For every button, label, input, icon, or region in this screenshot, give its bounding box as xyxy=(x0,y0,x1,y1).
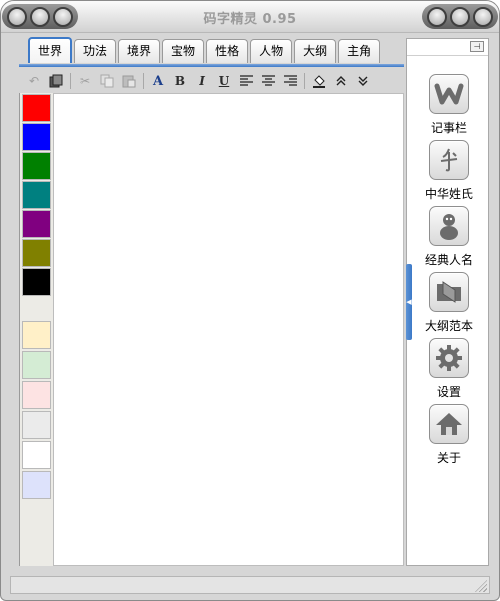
copy-icon[interactable] xyxy=(96,70,118,92)
tab-label: 性格 xyxy=(215,44,240,58)
close-button[interactable] xyxy=(473,6,494,27)
italic-icon[interactable]: I xyxy=(191,70,213,92)
color-swatch-light-pink[interactable] xyxy=(22,381,51,409)
side-item-label: 设置 xyxy=(436,385,461,399)
paste-icon[interactable] xyxy=(118,70,140,92)
side-item-label: 关于 xyxy=(436,451,461,465)
gear-icon xyxy=(429,338,469,378)
fill-color-icon[interactable] xyxy=(308,70,330,92)
format-toolbar: ↶ ✂ A B I U xyxy=(19,69,404,93)
color-swatch-red[interactable] xyxy=(22,94,51,122)
color-swatch-light-green[interactable] xyxy=(22,351,51,379)
text-editor[interactable] xyxy=(53,93,404,566)
undo-icon[interactable]: ↶ xyxy=(23,70,45,92)
tab-label: 宝物 xyxy=(171,44,196,58)
color-palette xyxy=(20,93,53,566)
tab-techniques[interactable]: 功法 xyxy=(74,39,117,63)
tab-label: 世界 xyxy=(38,44,63,58)
bold-icon[interactable]: B xyxy=(169,70,191,92)
cut-icon[interactable]: ✂ xyxy=(74,70,96,92)
toolbar-separator xyxy=(304,73,305,89)
tab-characters[interactable]: 人物 xyxy=(250,39,293,63)
notes-icon xyxy=(429,74,469,114)
tab-label: 境界 xyxy=(127,44,152,58)
align-center-icon[interactable] xyxy=(257,70,279,92)
underline-icon[interactable]: U xyxy=(213,70,235,92)
minimize-button[interactable] xyxy=(426,6,447,27)
copy-format-icon[interactable] xyxy=(45,70,67,92)
align-left-icon[interactable] xyxy=(235,70,257,92)
side-item-label: 记事栏 xyxy=(430,121,467,135)
home-icon xyxy=(429,404,469,444)
tab-protagonist[interactable]: 主角 xyxy=(338,39,381,63)
status-bar xyxy=(10,576,490,594)
title-bar[interactable]: 码字精灵 0.95 xyxy=(1,1,499,33)
tab-underline xyxy=(19,64,404,67)
folder-icon xyxy=(429,272,469,312)
color-swatch-blue[interactable] xyxy=(22,123,51,151)
tab-label: 大纲 xyxy=(303,44,328,58)
toolbar-separator xyxy=(143,73,144,89)
color-swatch-olive[interactable] xyxy=(22,239,51,267)
right-window-buttons xyxy=(422,4,498,29)
side-item-label: 大纲范本 xyxy=(424,319,473,333)
color-swatch-black[interactable] xyxy=(22,268,51,296)
side-item-notes[interactable]: 记事栏 xyxy=(421,74,477,136)
side-item-surnames[interactable]: 中华姓氏 xyxy=(421,140,477,202)
side-item-label: 中华姓氏 xyxy=(424,187,473,201)
tab-world[interactable]: 世界 xyxy=(28,37,73,63)
app-window: 码字精灵 0.95 世界 功法 境界 宝物 性格 人物 大纲 主角 ↶ ✂ A … xyxy=(0,0,500,601)
side-item-classic-names[interactable]: 经典人名 xyxy=(421,206,477,268)
tab-label: 人物 xyxy=(259,44,284,58)
collapse-panel-icon[interactable]: ◀ xyxy=(406,297,412,307)
align-right-icon[interactable] xyxy=(279,70,301,92)
side-item-about[interactable]: 关于 xyxy=(421,404,477,466)
pin-icon[interactable]: ⊣ xyxy=(470,41,484,52)
collapse-up-icon[interactable] xyxy=(330,70,352,92)
panel-splitter[interactable]: ◀ xyxy=(406,264,412,340)
color-swatch-light-yellow[interactable] xyxy=(22,321,51,349)
side-item-outline-templates[interactable]: 大纲范本 xyxy=(421,272,477,334)
tab-label: 功法 xyxy=(83,44,108,58)
side-item-label: 经典人名 xyxy=(424,253,473,267)
color-swatch-light-blue[interactable] xyxy=(22,471,51,499)
side-panel: ⊣ 记事栏 中华姓氏 经典人名 大纲范本 设置 关于 xyxy=(406,38,489,566)
color-swatch-white[interactable] xyxy=(22,441,51,469)
toolbar-separator xyxy=(70,73,71,89)
tab-realms[interactable]: 境界 xyxy=(118,39,161,63)
maximize-button[interactable] xyxy=(449,6,470,27)
surname-icon xyxy=(429,140,469,180)
tab-treasures[interactable]: 宝物 xyxy=(162,39,205,63)
panel-divider xyxy=(407,55,488,56)
font-icon[interactable]: A xyxy=(147,70,169,92)
tab-label: 主角 xyxy=(347,44,372,58)
color-swatch-purple[interactable] xyxy=(22,210,51,238)
color-swatch-light-gray[interactable] xyxy=(22,411,51,439)
resize-grip-icon[interactable] xyxy=(475,580,487,592)
tab-outline[interactable]: 大纲 xyxy=(294,39,337,63)
side-item-settings[interactable]: 设置 xyxy=(421,338,477,400)
color-swatch-teal[interactable] xyxy=(22,181,51,209)
tab-personality[interactable]: 性格 xyxy=(206,39,249,63)
category-tabs: 世界 功法 境界 宝物 性格 人物 大纲 主角 xyxy=(28,37,382,64)
color-swatch-green[interactable] xyxy=(22,152,51,180)
expand-down-icon[interactable] xyxy=(352,70,374,92)
person-icon xyxy=(429,206,469,246)
